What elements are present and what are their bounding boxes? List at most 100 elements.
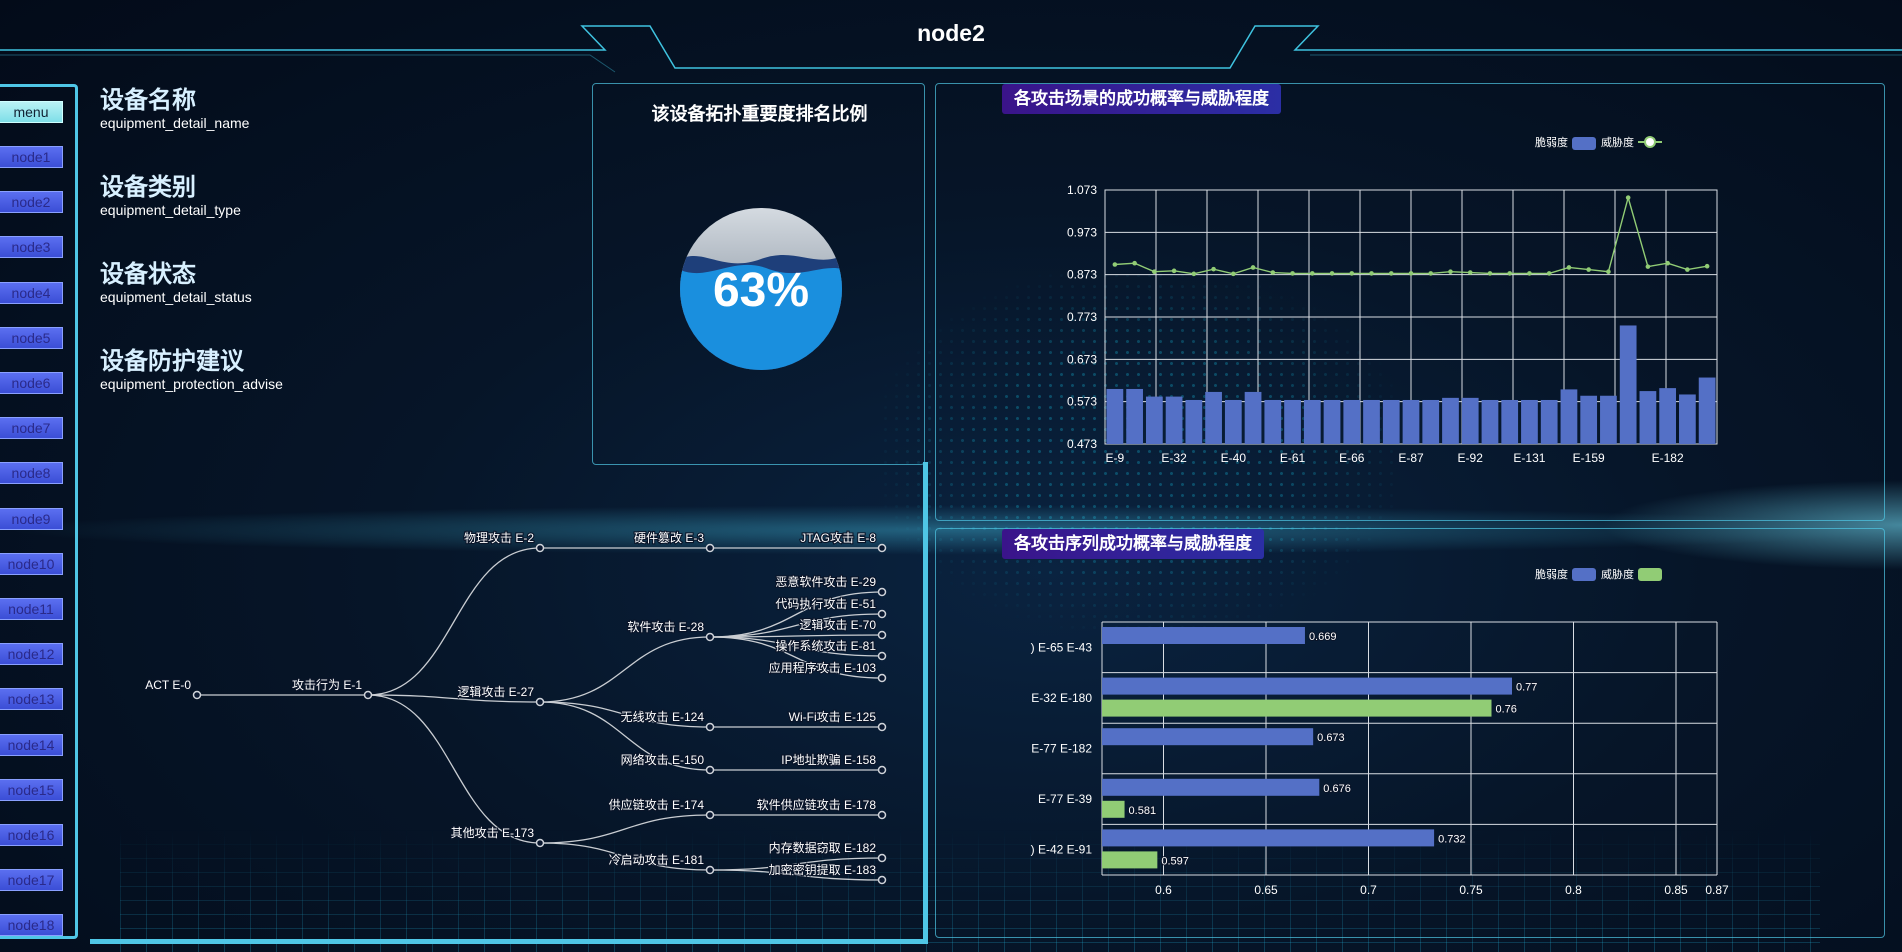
legend-label: 脆弱度 [1535,567,1568,581]
y-tick-label: 0.673 [1067,352,1097,366]
tree-node-label: 供应链攻击 E-174 [609,797,705,812]
x-tick-label: 0.7 [1360,883,1377,897]
bar [1102,677,1512,695]
bar [1102,699,1492,717]
tree-node-dot [535,697,545,707]
x-tick-label: 0.8 [1565,883,1582,897]
bar [1679,394,1696,444]
bar [1382,399,1400,444]
bar [1422,399,1440,444]
tree-node-label: 其他攻击 E-173 [451,826,535,840]
liquid-gauge: 63% [680,208,842,370]
bar-value-label: 0.76 [1496,704,1517,716]
tree-node-dot [705,722,715,732]
line-point [1349,271,1355,276]
line-point [1132,260,1137,266]
x-tick-label: E-40 [1221,451,1247,465]
x-tick-label: 0.87 [1705,883,1729,897]
bar [1501,399,1519,444]
sidebar-item-node6[interactable]: node6 [0,372,63,394]
tree-node-label: Wi-Fi攻击 E-125 [789,710,877,724]
line-point [1625,195,1631,200]
line-point [1546,271,1552,276]
bar [1102,728,1314,746]
menu-button[interactable]: menu [0,101,63,123]
attack-tree: ACT E-0 攻击行为 E-1 物理攻击 E-2 硬件篡改 E-3 JTAG攻击 E-… [144,529,887,885]
y-tick-label: 0.873 [1067,268,1097,282]
y-tick-label: 0.973 [1067,225,1097,239]
bar [1185,399,1203,444]
line-point [1448,269,1453,275]
tree-node-dot [877,651,887,661]
line-point [1645,264,1651,269]
info-value: equipment_detail_status [100,289,252,305]
bar [1580,395,1598,444]
tree-node-label: 代码执行攻击 E-51 [775,597,876,611]
bar [1521,399,1538,444]
y-tick-label: 0.573 [1067,395,1097,409]
x-tick-label: 0.85 [1664,883,1688,897]
bar [1402,399,1420,444]
sidebar-item-node2[interactable]: node2 [0,191,63,214]
bar [1461,397,1479,444]
info-heading: 设备名称 [100,87,196,114]
tree-node-dot [363,690,373,700]
info-value: equipment_protection_advise [100,376,283,392]
tree-node-label: JTAG攻击 E-8 [800,531,876,545]
line-point [1586,267,1591,272]
bar [1224,399,1242,444]
line-point [1408,271,1414,276]
bar [1102,778,1320,796]
tree-node-label: ACT E-0 [145,678,191,692]
sidebar-item-node4[interactable]: node4 [0,281,63,304]
tree-edge [367,547,541,696]
bar-value-label: 0.673 [1317,732,1345,744]
bar [1600,395,1617,444]
tree-node-dot [705,865,715,875]
bar [1560,389,1578,444]
sidebar-item-node3[interactable]: node3 [0,236,63,259]
line-point [1329,271,1335,276]
bar [1659,388,1677,444]
tree-node-dot [877,543,887,553]
bar [1284,399,1301,444]
legend-swatch [1572,568,1596,581]
x-tick-label: E-87 [1398,451,1424,465]
line-point [1171,268,1177,274]
tree-node-label: 软件攻击 E-28 [627,620,704,634]
x-tick-label: E-32 [1161,451,1187,465]
line-point [1487,271,1493,276]
sidebar-item-node7[interactable]: node7 [0,417,63,440]
x-tick-label: E-182 [1652,451,1684,465]
tree-node-label: IP地址欺骗 E-158 [781,752,876,767]
line-point [1250,265,1256,270]
tree-node-dot [705,810,715,820]
gauge-panel: 该设备拓扑重要度排名比例 63% [592,83,925,465]
legend-label: 威胁度 [1601,567,1634,581]
line-point [1369,271,1374,276]
tree-edge [539,636,711,703]
info-heading: 设备防护建议 [100,348,244,375]
line-point [1270,270,1276,275]
chart-legend: 脆弱度 威胁度 [1535,135,1662,150]
legend-swatch [1638,568,1662,581]
tree-node-label: 应用程序攻击 E-103 [769,660,877,675]
line-point [1428,271,1434,276]
bar [1363,399,1380,444]
tree-edge [367,694,541,844]
bar [1205,391,1222,444]
bar [1165,396,1183,444]
line-point [1309,271,1315,276]
bar [1303,399,1321,444]
bar [1102,829,1435,847]
sidebar-item-node1[interactable]: node1 [0,146,63,168]
bar [1442,397,1459,444]
line-point [1231,271,1236,277]
x-tick-label: 0.75 [1459,883,1483,897]
x-tick-label: 0.65 [1254,883,1278,897]
bar-value-label: 0.669 [1309,631,1337,643]
bar [1145,396,1163,444]
bar-value-label: 0.597 [1161,855,1189,867]
sidebar-item-node5[interactable]: node5 [0,326,63,349]
tree-node-label: 恶意软件攻击 E-29 [775,574,876,589]
